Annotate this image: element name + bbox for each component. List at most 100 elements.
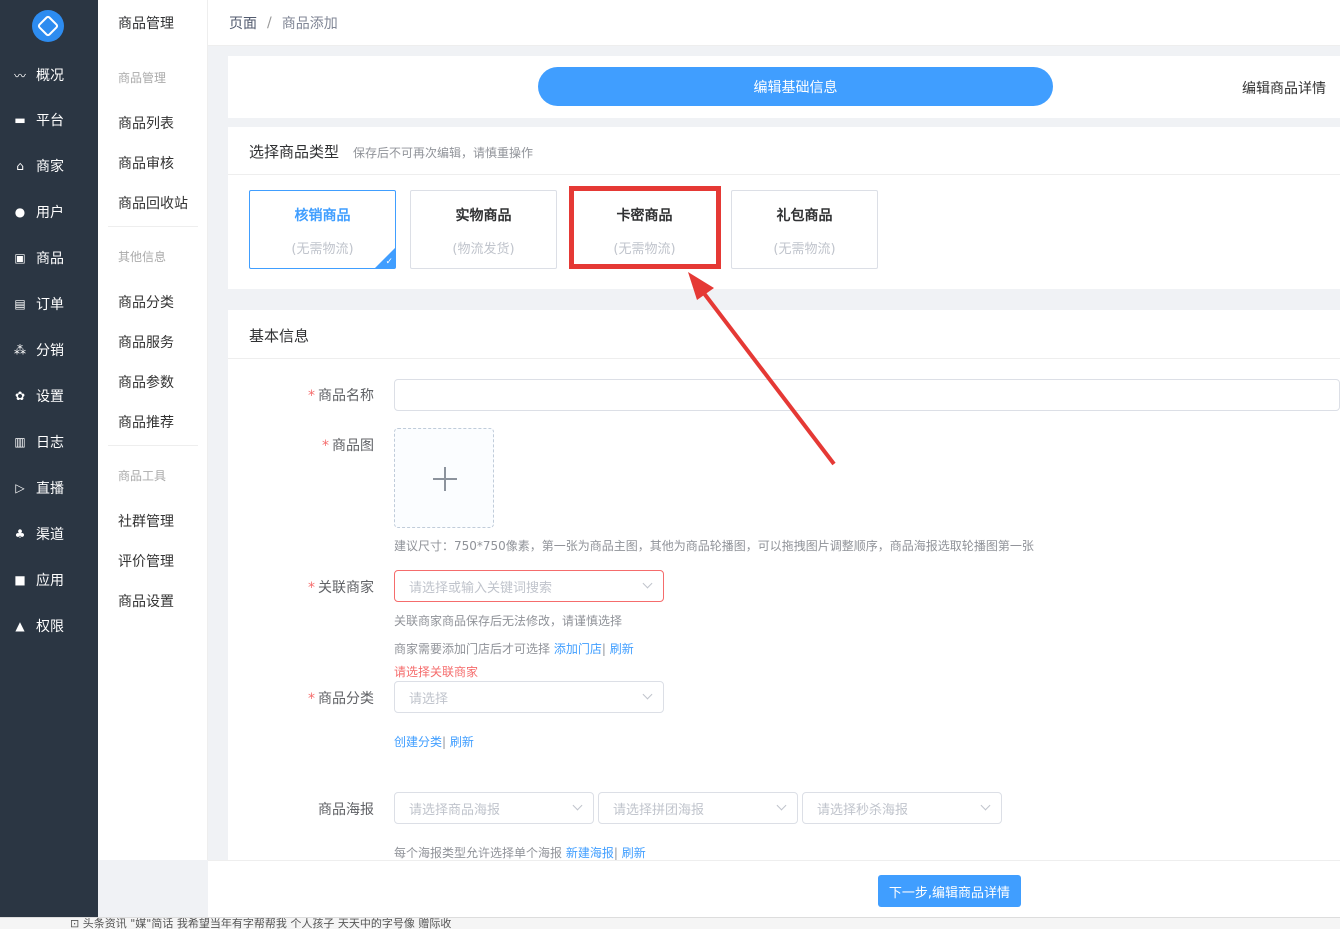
rail-item-platform[interactable]: ▬ 平台 (0, 100, 98, 140)
type-card-physical[interactable]: 实物商品 (物流发货) (410, 190, 557, 269)
type-card-card-secret[interactable]: 卡密商品 (无需物流) (571, 190, 718, 269)
chevron-down-icon (642, 689, 653, 700)
submenu-item-recycle-bin[interactable]: 商品回收站 (118, 193, 188, 213)
refresh-merchant-link[interactable]: 刷新 (610, 642, 634, 656)
status-bar: ⊡ 头条资讯 "媒"简话 我希望当年有字帮帮我 个人孩子 天天中的字号像 赠际收 (0, 917, 1340, 929)
breadcrumb-root[interactable]: 页面 (229, 13, 257, 33)
submenu-item-goods-list[interactable]: 商品列表 (118, 113, 174, 133)
breadcrumb-separator: / (267, 14, 272, 31)
required-mark: * (308, 691, 315, 707)
type-card-verification[interactable]: 核销商品 (无需物流) ✓ (249, 190, 396, 269)
label-text: 商品分类 (318, 691, 374, 707)
tip-text: 每个海报类型允许选择单个海报 (394, 846, 563, 860)
type-card-name: 核销商品 (294, 208, 351, 224)
submenu-item-comments[interactable]: 评价管理 (118, 551, 174, 571)
create-category-link[interactable]: 创建分类 (394, 735, 442, 749)
rail-label: 权限 (36, 619, 64, 635)
refresh-category-link[interactable]: 刷新 (450, 735, 474, 749)
rail-label: 平台 (36, 113, 64, 129)
submenu-group-other: 其他信息 (118, 250, 167, 264)
app-logo[interactable] (32, 10, 64, 42)
check-icon: ✓ (385, 257, 393, 267)
submenu-item-recommend[interactable]: 商品推荐 (118, 412, 174, 432)
rail-item-order[interactable]: ▤ 订单 (0, 284, 98, 324)
poster-select-goods[interactable]: 请选择商品海报 (394, 792, 594, 824)
submenu-divider (108, 445, 198, 446)
rail-item-settings[interactable]: ✿ 设置 (0, 376, 98, 416)
rail-label: 订单 (36, 297, 64, 313)
type-card-name: 礼包商品 (776, 208, 833, 224)
select-placeholder: 请选择或输入关键词搜索 (409, 580, 553, 596)
divider (228, 174, 1340, 175)
pipe: | (601, 642, 606, 656)
rail-item-apps[interactable]: ■ 应用 (0, 560, 98, 600)
type-card-gift-pack[interactable]: 礼包商品 (无需物流) (731, 190, 878, 269)
basic-info-panel: 基本信息 * 商品名称 * 商品图 建议尺寸：750*750像素，第一张为商品主图，… (228, 310, 1340, 860)
step-basic-info[interactable]: 编辑基础信息 (538, 67, 1053, 106)
order-icon: ▤ (14, 297, 26, 311)
rail-item-live[interactable]: ▷ 直播 (0, 468, 98, 508)
rail-item-goods[interactable]: ▣ 商品 (0, 238, 98, 278)
form-footer: 下一步,编辑商品详情 (208, 860, 1340, 917)
required-mark: * (308, 580, 315, 596)
image-size-tip: 建议尺寸：750*750像素，第一张为商品主图，其他为商品轮播图，可以拖拽图片调… (394, 539, 1034, 553)
goods-name-label: * 商品名称 (224, 385, 374, 405)
submenu-item-community[interactable]: 社群管理 (118, 511, 174, 531)
shop-icon: ⌂ (16, 159, 24, 173)
chevron-down-icon (776, 800, 787, 811)
goods-type-panel: 选择商品类型 保存后不可再次编辑，请慎重操作 核销商品 (无需物流) ✓ 实物商… (228, 127, 1340, 289)
rail-item-log[interactable]: ▥ 日志 (0, 422, 98, 462)
goods-name-input[interactable] (394, 379, 1340, 411)
select-placeholder: 请选择秒杀海报 (817, 802, 909, 818)
label-text: 关联商家 (318, 580, 374, 596)
rail-item-overview[interactable]: 〰概况 (0, 55, 98, 95)
rail-item-user[interactable]: ● 用户 (0, 192, 98, 232)
type-card-desc: (无需物流) (291, 242, 354, 257)
breadcrumb: 页面 / 商品添加 (208, 0, 1340, 46)
label-text: 商品图 (332, 438, 374, 454)
select-placeholder: 请选择拼团海报 (613, 802, 705, 818)
label-text: 商品海报 (318, 802, 374, 818)
select-placeholder: 请选择商品海报 (409, 802, 501, 818)
new-poster-link[interactable]: 新建海报 (566, 846, 614, 860)
submenu-item-goods-settings[interactable]: 商品设置 (118, 591, 174, 611)
rail-label: 概况 (36, 68, 64, 84)
rail-item-permission[interactable]: ▲ 权限 (0, 606, 98, 646)
step-goods-detail[interactable]: 编辑商品详情 (1242, 78, 1326, 98)
category-links: 创建分类| 刷新 (394, 733, 474, 750)
next-step-button[interactable]: 下一步,编辑商品详情 (878, 875, 1021, 907)
submenu-item-category[interactable]: 商品分类 (118, 292, 174, 312)
poster-select-group[interactable]: 请选择拼团海报 (598, 792, 798, 824)
submenu-title: 商品管理 (118, 16, 174, 32)
submenu-item-service[interactable]: 商品服务 (118, 332, 174, 352)
label-text: 商品名称 (318, 388, 374, 404)
rail-item-distribution[interactable]: ⁂ 分销 (0, 330, 98, 370)
rail-item-merchant[interactable]: ⌂ 商家 (0, 146, 98, 186)
rail-item-channel[interactable]: ♣ 渠道 (0, 514, 98, 554)
lock-icon: ▲ (15, 619, 25, 633)
submenu-item-goods-review[interactable]: 商品审核 (118, 153, 174, 173)
goods-type-hint: 保存后不可再次编辑，请慎重操作 (353, 146, 534, 160)
type-card-name: 实物商品 (455, 208, 512, 224)
goods-type-title: 选择商品类型 (249, 143, 340, 161)
rail-label: 用户 (36, 205, 64, 221)
category-select[interactable]: 请选择 (394, 681, 664, 713)
refresh-poster-link[interactable]: 刷新 (622, 846, 646, 860)
plus-icon (444, 467, 446, 491)
submenu-group-tools: 商品工具 (118, 469, 167, 483)
rail-label: 日志 (36, 435, 64, 451)
image-upload-button[interactable] (394, 428, 494, 528)
user-icon: ● (14, 205, 26, 219)
merchant-select[interactable]: 请选择或输入关键词搜索 (394, 570, 664, 602)
add-store-link[interactable]: 添加门店 (554, 642, 602, 656)
type-card-name: 卡密商品 (616, 208, 673, 224)
merchant-label: * 关联商家 (224, 577, 374, 597)
rail-label: 分销 (36, 343, 64, 359)
type-card-desc: (无需物流) (773, 242, 836, 257)
goods-image-label: * 商品图 (224, 435, 374, 455)
rail-label: 直播 (36, 481, 64, 497)
submenu-item-params[interactable]: 商品参数 (118, 372, 174, 392)
tip-text: 商家需要添加门店后才可选择 (394, 642, 551, 656)
poster-select-flash[interactable]: 请选择秒杀海报 (802, 792, 1002, 824)
chevron-down-icon (572, 800, 583, 811)
